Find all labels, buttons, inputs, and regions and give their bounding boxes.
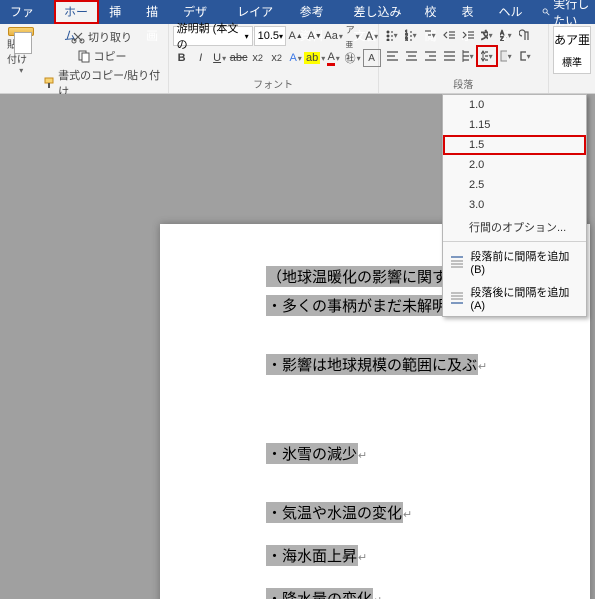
ribbon-tabs: ファイル ホーム 挿入 描画 デザイン レイアウト 参考資料 差し込み文書 校閲… [0, 0, 595, 24]
decrease-indent-button[interactable] [440, 26, 458, 44]
line-spacing-dropdown: 1.0 1.15 1.5 2.0 2.5 3.0 行間のオプション... 段落前… [442, 94, 587, 317]
group-font: 游明朝 (本文の▾ 10.5▾ A▲ A▼ Aa ア亜 A B I U abc … [169, 24, 379, 93]
tab-file[interactable]: ファイル [0, 0, 54, 24]
font-size-select[interactable]: 10.5▾ [254, 26, 286, 46]
group-styles: あア亜 標準 [549, 24, 595, 93]
svg-text:3: 3 [405, 38, 408, 41]
group-label-paragraph: 段落 [383, 74, 544, 93]
document-area: 1.0 1.15 1.5 2.0 2.5 3.0 行間のオプション... 段落前… [0, 94, 595, 599]
numbering-button[interactable]: 123 [402, 26, 420, 44]
highlight-button[interactable]: ab [306, 49, 324, 67]
tab-insert[interactable]: 挿入 [99, 0, 136, 24]
superscript-button[interactable]: x2 [268, 49, 286, 67]
change-case-button[interactable]: Aa [325, 27, 343, 45]
font-color-button[interactable]: A [325, 49, 343, 67]
paste-icon [8, 27, 34, 36]
tab-help[interactable]: ヘルプ [488, 0, 533, 24]
grow-font-button[interactable]: A▲ [287, 27, 305, 45]
tab-review[interactable]: 校閲 [414, 0, 451, 24]
tab-mailings[interactable]: 差し込み文書 [344, 0, 415, 24]
group-label-font: フォント [173, 74, 374, 93]
line-spacing-2.0[interactable]: 2.0 [443, 155, 586, 175]
line-spacing-2.5[interactable]: 2.5 [443, 175, 586, 195]
copy-button[interactable]: コピー [39, 47, 163, 65]
subscript-button[interactable]: x2 [249, 49, 267, 67]
line-spacing-3.0[interactable]: 3.0 [443, 195, 586, 215]
search-icon [542, 6, 550, 18]
cut-button[interactable]: 切り取り [39, 28, 163, 46]
align-left-button[interactable] [383, 47, 401, 65]
increase-indent-button[interactable] [459, 26, 477, 44]
line-spacing-1.15[interactable]: 1.15 [443, 115, 586, 135]
text-effects-button[interactable]: A [287, 49, 305, 67]
space-after-icon [449, 291, 464, 305]
align-justify-button[interactable] [440, 47, 458, 65]
enclose-char-button[interactable]: ㊓ [344, 49, 362, 67]
line-spacing-options[interactable]: 行間のオプション... [443, 215, 586, 239]
phonetic-guide-button[interactable]: ア亜 [344, 27, 362, 45]
document-line[interactable]: ・影響は地球規模の範囲に及ぶ [266, 354, 478, 375]
add-space-before[interactable]: 段落前に間隔を追加(B) [443, 244, 586, 280]
line-spacing-button[interactable] [478, 47, 496, 65]
style-normal[interactable]: あア亜 標準 [553, 26, 591, 74]
tab-home[interactable]: ホーム [54, 0, 99, 24]
tab-references[interactable]: 参考資料 [290, 0, 344, 24]
text-direction-button[interactable]: 文 [478, 26, 496, 44]
strikethrough-button[interactable]: abc [230, 49, 248, 67]
cut-icon [71, 30, 85, 44]
underline-button[interactable]: U [211, 49, 229, 67]
shading-button[interactable] [497, 47, 515, 65]
align-center-button[interactable] [402, 47, 420, 65]
bullets-button[interactable] [383, 26, 401, 44]
multilevel-list-button[interactable] [421, 26, 439, 44]
add-space-after[interactable]: 段落後に間隔を追加(A) [443, 280, 586, 316]
line-spacing-1.5[interactable]: 1.5 [443, 135, 586, 155]
copy-icon [77, 49, 91, 63]
group-clipboard: 貼り付け 切り取り コピー 書式のコピー/貼り付け クリップボード [0, 24, 169, 93]
document-line[interactable]: ・海水面上昇 [266, 545, 358, 566]
line-spacing-1.0[interactable]: 1.0 [443, 95, 586, 115]
show-marks-button[interactable] [516, 26, 534, 44]
italic-button[interactable]: I [192, 49, 210, 67]
format-painter-icon [42, 76, 55, 90]
align-right-button[interactable] [421, 47, 439, 65]
font-family-select[interactable]: 游明朝 (本文の▾ [173, 26, 253, 46]
document-line[interactable]: ・気温や水温の変化 [266, 502, 403, 523]
tab-view[interactable]: 表示 [451, 0, 488, 24]
tab-draw[interactable]: 描画 [136, 0, 173, 24]
svg-text:文: 文 [481, 29, 488, 41]
group-paragraph: 123 文 AZ 段落 [379, 24, 549, 93]
document-line[interactable]: ・降水量の変化 [266, 588, 373, 599]
ribbon: 貼り付け 切り取り コピー 書式のコピー/貼り付け クリップボード [0, 24, 595, 94]
borders-button[interactable] [516, 47, 534, 65]
document-line[interactable]: ・氷雪の減少 [266, 443, 358, 464]
space-before-icon [449, 255, 464, 269]
svg-text:Z: Z [500, 37, 504, 41]
paste-button[interactable]: 貼り付け [4, 26, 37, 76]
distribute-button[interactable] [459, 47, 477, 65]
sort-button[interactable]: AZ [497, 26, 515, 44]
bold-button[interactable]: B [173, 49, 191, 67]
shrink-font-button[interactable]: A▼ [306, 27, 324, 45]
